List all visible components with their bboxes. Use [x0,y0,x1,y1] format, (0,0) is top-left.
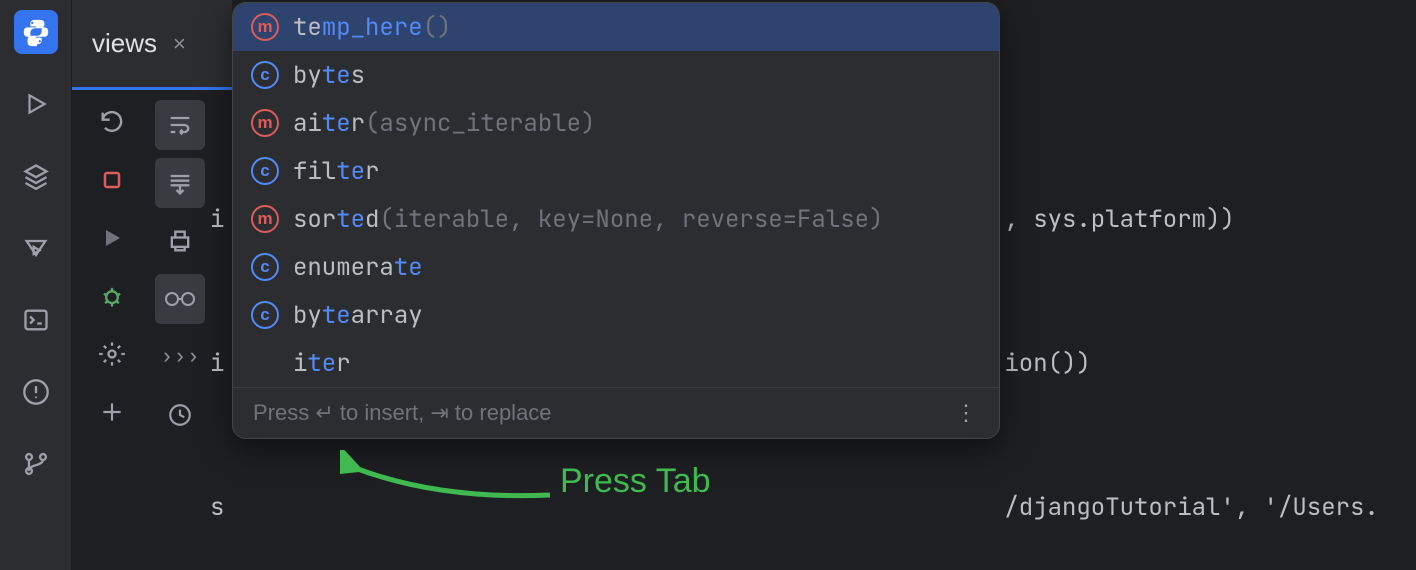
code-frag: /djangoTutorial', '/Users. [1004,492,1378,523]
autocomplete-item[interactable]: m temp_here() [233,3,999,51]
annotation-text: Press Tab [560,462,711,501]
print-icon[interactable] [155,216,205,266]
code-frag: , sys.platform)) [1004,204,1234,235]
autocomplete-item[interactable]: cfilter [233,147,999,195]
code-frag: i [210,204,224,235]
more-icon[interactable]: ⋮ [955,400,979,426]
blank-icon [251,349,279,377]
autocomplete-label: aiter(async_iterable) [293,108,595,139]
resume-icon[interactable] [90,216,134,260]
terminal-icon[interactable] [14,298,58,342]
tab-strip: views × [72,0,232,90]
console-tools-column-2: ››› [150,100,210,440]
autocomplete-label: sorted(iterable, key=None, reverse=False… [293,204,883,235]
code-frag: i [210,348,224,379]
vcs-branch-icon[interactable] [14,442,58,486]
python-icon[interactable] [14,10,58,54]
debug-icon[interactable] [90,274,134,318]
autocomplete-item[interactable]: cbytes [233,51,999,99]
autocomplete-label: bytearray [293,300,423,331]
autocomplete-item[interactable]: c bytearray [233,291,999,339]
autocomplete-item[interactable]: c enumerate [233,243,999,291]
class-icon: c [251,253,279,281]
settings-icon[interactable] [90,332,134,376]
class-icon: c [251,301,279,329]
stop-icon[interactable] [90,158,134,202]
play-icon[interactable] [14,82,58,126]
class-icon: c [251,61,279,89]
class-icon: c [251,157,279,185]
chevrons-icon[interactable]: ››› [155,332,205,382]
autocomplete-item[interactable]: m sorted(iterable, key=None, reverse=Fals… [233,195,999,243]
autocomplete-popup: mtemp_here()cbytesmaiter(async_iterable)… [232,2,1000,439]
autocomplete-item[interactable]: iter [233,339,999,387]
method-icon: m [251,109,279,137]
method-icon: m [251,205,279,233]
autocomplete-footer: Press ↵ to insert, ⇥ to replace ⋮ [233,387,999,438]
tab-views[interactable]: views × [72,28,206,59]
tab-title: views [92,28,157,59]
code-frag: ion()) [1004,348,1090,379]
autocomplete-item[interactable]: m aiter(async_iterable) [233,99,999,147]
autocomplete-label: enumerate [293,252,423,283]
autocomplete-label: temp_here() [293,12,451,43]
close-icon[interactable]: × [173,31,186,57]
run-target-icon[interactable] [14,226,58,270]
warning-icon[interactable] [14,370,58,414]
history-icon[interactable] [155,390,205,440]
add-icon[interactable] [90,390,134,434]
glasses-icon[interactable] [155,274,205,324]
scroll-end-icon[interactable] [155,158,205,208]
rerun-icon[interactable] [90,100,134,144]
code-frag: s [210,492,224,523]
action-bar [0,0,72,570]
autocomplete-label: iter [293,348,351,379]
soft-wrap-icon[interactable] [155,100,205,150]
method-icon: m [251,13,279,41]
console-tools-column-1 [82,100,142,434]
autocomplete-label: filter [293,156,379,187]
autocomplete-label: bytes [293,60,365,91]
layers-icon[interactable] [14,154,58,198]
autocomplete-hint: Press ↵ to insert, ⇥ to replace [253,400,552,426]
